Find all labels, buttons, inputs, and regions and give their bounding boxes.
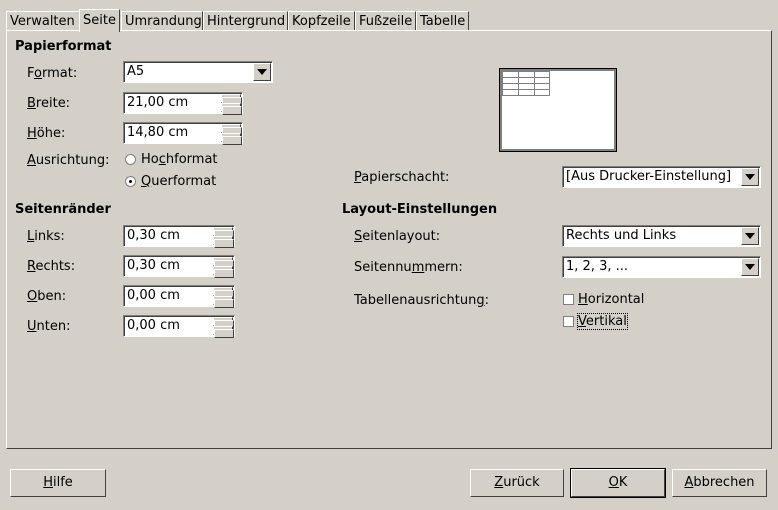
table-alignment-label: Tabellenausrichtung: (354, 293, 490, 308)
section-title-layout: Layout-Einstellungen (342, 202, 498, 217)
page-preview-sheet (502, 71, 614, 149)
numbering-select[interactable]: 1, 2, 3, ... (562, 256, 761, 278)
format-value: A5 (127, 64, 145, 79)
margin-top-value: 0,00 cm (127, 288, 180, 303)
tab-tabelle[interactable]: Tabelle (416, 11, 469, 30)
landscape-radio[interactable] (125, 176, 136, 187)
chevron-down-icon[interactable] (741, 227, 759, 245)
width-value: 21,00 cm (127, 95, 189, 110)
height-label: Höhe: (27, 126, 66, 141)
height-field[interactable]: 14,80 cm (123, 122, 243, 145)
margin-right-field[interactable]: 0,30 cm (123, 255, 235, 278)
paper-tray-value: [Aus Drucker-Einstellung] (566, 169, 732, 184)
page-layout-value: Rechts und Links (566, 228, 677, 243)
margin-bottom-stepper[interactable] (213, 317, 234, 338)
margin-left-value: 0,30 cm (127, 228, 180, 243)
page-layout-label: Seitenlayout: (354, 229, 441, 244)
width-field[interactable]: 21,00 cm (123, 92, 243, 115)
margin-right-label: Rechts: (27, 259, 76, 274)
tab-hintergrund[interactable]: Hintergrund (203, 11, 288, 30)
portrait-radio[interactable] (125, 154, 136, 165)
margin-left-field[interactable]: 0,30 cm (123, 225, 235, 248)
tab-seite[interactable]: Seite (79, 9, 120, 32)
margin-bottom-value: 0,00 cm (127, 318, 180, 333)
help-button[interactable]: Hilfe (10, 469, 106, 497)
tab-kopfzeile[interactable]: Kopfzeile (288, 11, 355, 30)
margin-right-stepper[interactable] (213, 257, 234, 278)
chevron-down-icon[interactable] (741, 258, 759, 276)
margin-top-label: Oben: (27, 289, 67, 304)
tab-umrandung[interactable]: Umrandung (121, 11, 203, 30)
page-preview (499, 68, 617, 152)
tab-fusszeile[interactable]: Fußzeile (355, 11, 416, 30)
horizontal-label[interactable]: Horizontal (578, 292, 644, 307)
back-button[interactable]: Zurück (470, 469, 564, 497)
margin-bottom-field[interactable]: 0,00 cm (123, 315, 235, 338)
paper-tray-select[interactable]: [Aus Drucker-Einstellung] (562, 166, 761, 188)
tab-verwalten[interactable]: Verwalten (6, 11, 80, 30)
ok-button[interactable]: OK (570, 468, 666, 498)
margin-bottom-label: Unten: (27, 319, 71, 334)
chevron-down-icon[interactable] (741, 168, 759, 186)
page-layout-select[interactable]: Rechts und Links (562, 225, 761, 247)
cancel-button[interactable]: Abbrechen (672, 469, 767, 497)
margin-top-stepper[interactable] (213, 287, 234, 308)
table-grid-icon (502, 71, 550, 96)
orientation-label: Ausrichtung: (27, 153, 110, 168)
margin-right-value: 0,30 cm (127, 258, 180, 273)
width-label: Breite: (27, 96, 71, 111)
width-stepper[interactable] (221, 94, 242, 115)
height-stepper[interactable] (221, 124, 242, 145)
margin-left-stepper[interactable] (213, 227, 234, 248)
format-select[interactable]: A5 (123, 61, 273, 83)
height-value: 14,80 cm (127, 125, 189, 140)
horizontal-checkbox[interactable] (563, 294, 574, 305)
chevron-down-icon[interactable] (253, 63, 271, 81)
landscape-label[interactable]: Querformat (141, 174, 216, 189)
section-title-margins: Seitenränder (15, 202, 111, 217)
portrait-label[interactable]: Hochformat (141, 152, 218, 167)
vertical-label[interactable]: Vertikal (577, 313, 628, 330)
vertical-checkbox[interactable] (563, 316, 574, 327)
margin-left-label: Links: (27, 229, 65, 244)
format-label: Format: (27, 66, 78, 81)
section-title-paper-format: Papierformat (15, 39, 112, 54)
numbering-value: 1, 2, 3, ... (566, 259, 629, 274)
margin-top-field[interactable]: 0,00 cm (123, 285, 235, 308)
paper-tray-label: Papierschacht: (354, 170, 450, 185)
numbering-label: Seitennummern: (354, 260, 463, 275)
